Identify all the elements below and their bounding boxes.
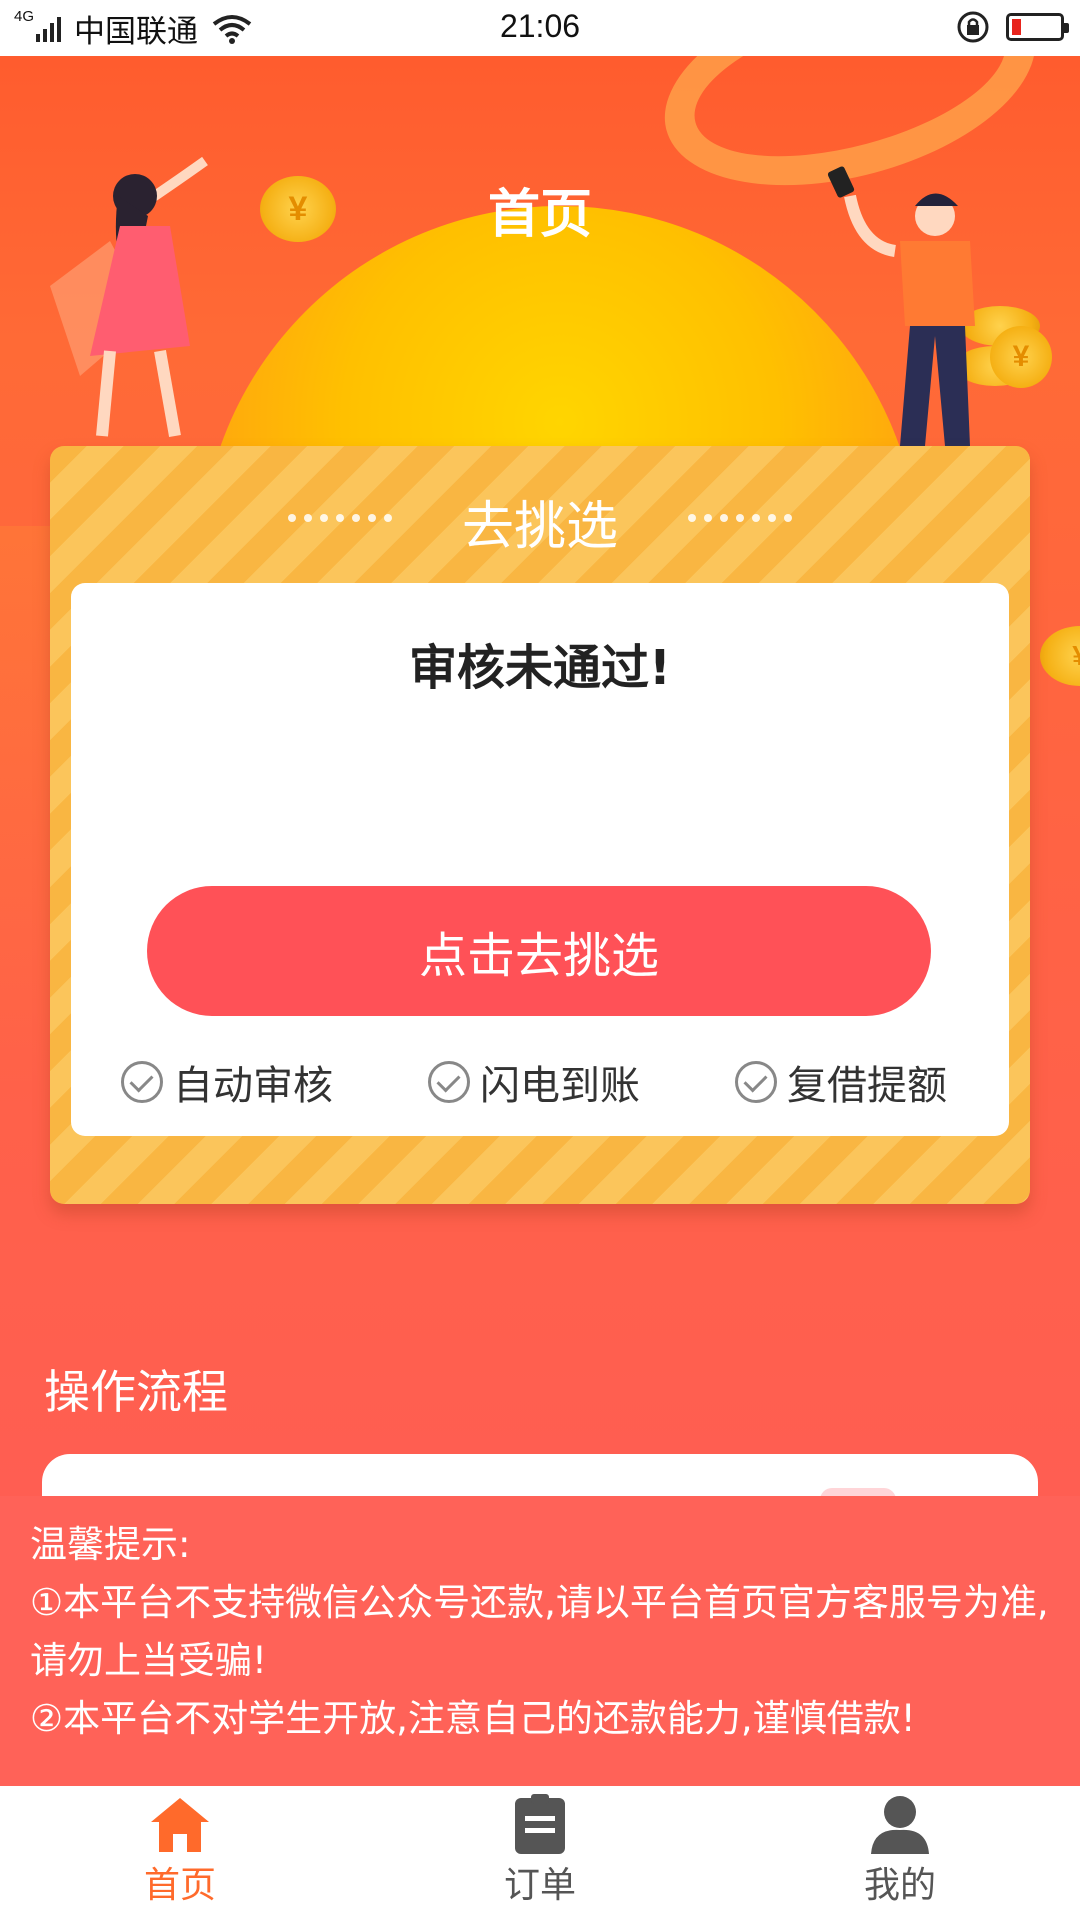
- status-time: 21:06: [499, 8, 581, 44]
- status-bar: 4G 中国联通 21:06: [0, 0, 1080, 56]
- process-card: ¥: [42, 1454, 1038, 1496]
- notice-title: 温馨提示:: [30, 1523, 191, 1566]
- tab-home[interactable]: 首页: [0, 1786, 360, 1920]
- card-header-label: 去挑选: [461, 497, 618, 557]
- feature-item: 自动审核: [121, 1053, 333, 1111]
- status-right: [956, 10, 1069, 44]
- page-title: 首页: [487, 185, 592, 245]
- rotation-lock-icon: [957, 11, 989, 43]
- tab-orders[interactable]: 订单: [360, 1786, 720, 1920]
- tab-mine[interactable]: 我的: [720, 1786, 1080, 1920]
- user-icon: [871, 1796, 929, 1854]
- review-status-message: 审核未通过!: [409, 640, 671, 696]
- clipboard-icon: [515, 1794, 565, 1854]
- warm-tips-notice: 温馨提示: ①本平台不支持微信公众号还款,请以平台首页官方客服号为准,请勿上当受…: [0, 1496, 1080, 1786]
- card-body: 审核未通过! 点击去挑选 自动审核 闪电到账 复借提额: [71, 583, 1009, 1136]
- process-title: 操作流程: [44, 1365, 228, 1419]
- tab-label: 订单: [503, 1865, 576, 1906]
- notice-line-2: ②本平台不对学生开放,注意自己的还款能力,谨慎借款!: [30, 1697, 916, 1740]
- dots-decoration: [688, 514, 792, 522]
- hero-background: ¥ ¥ ¥ 首页 去挑选 审核未通过! 点击去挑选 自动审核 闪电到账 复借提额…: [0, 56, 1080, 1496]
- battery-level: [1012, 19, 1022, 35]
- feature-label: 自动审核: [173, 1063, 333, 1109]
- tab-label: 首页: [143, 1865, 216, 1906]
- go-select-button[interactable]: 点击去挑选: [147, 886, 931, 1016]
- selection-card: 去挑选 审核未通过! 点击去挑选 自动审核 闪电到账 复借提额: [50, 446, 1030, 1204]
- check-circle-icon: [428, 1061, 470, 1103]
- notice-line-1: ①本平台不支持微信公众号还款,请以平台首页官方客服号为准,请勿上当受骗!: [30, 1581, 1049, 1682]
- feature-item: 闪电到账: [428, 1053, 640, 1111]
- home-icon: [151, 1798, 209, 1852]
- yen-icon: ¥: [820, 1488, 896, 1496]
- feature-item: 复借提额: [735, 1053, 947, 1111]
- bottom-tab-bar: 首页 订单 我的: [0, 1786, 1080, 1920]
- tab-label: 我的: [863, 1865, 936, 1906]
- feature-label: 闪电到账: [480, 1063, 640, 1109]
- battery-icon: [1006, 13, 1069, 41]
- coin-icon: ¥: [1040, 626, 1080, 686]
- check-circle-icon: [735, 1061, 777, 1103]
- check-circle-icon: [121, 1061, 163, 1103]
- feature-list: 自动审核 闪电到账 复借提额: [71, 1053, 1009, 1109]
- feature-label: 复借提额: [787, 1063, 947, 1109]
